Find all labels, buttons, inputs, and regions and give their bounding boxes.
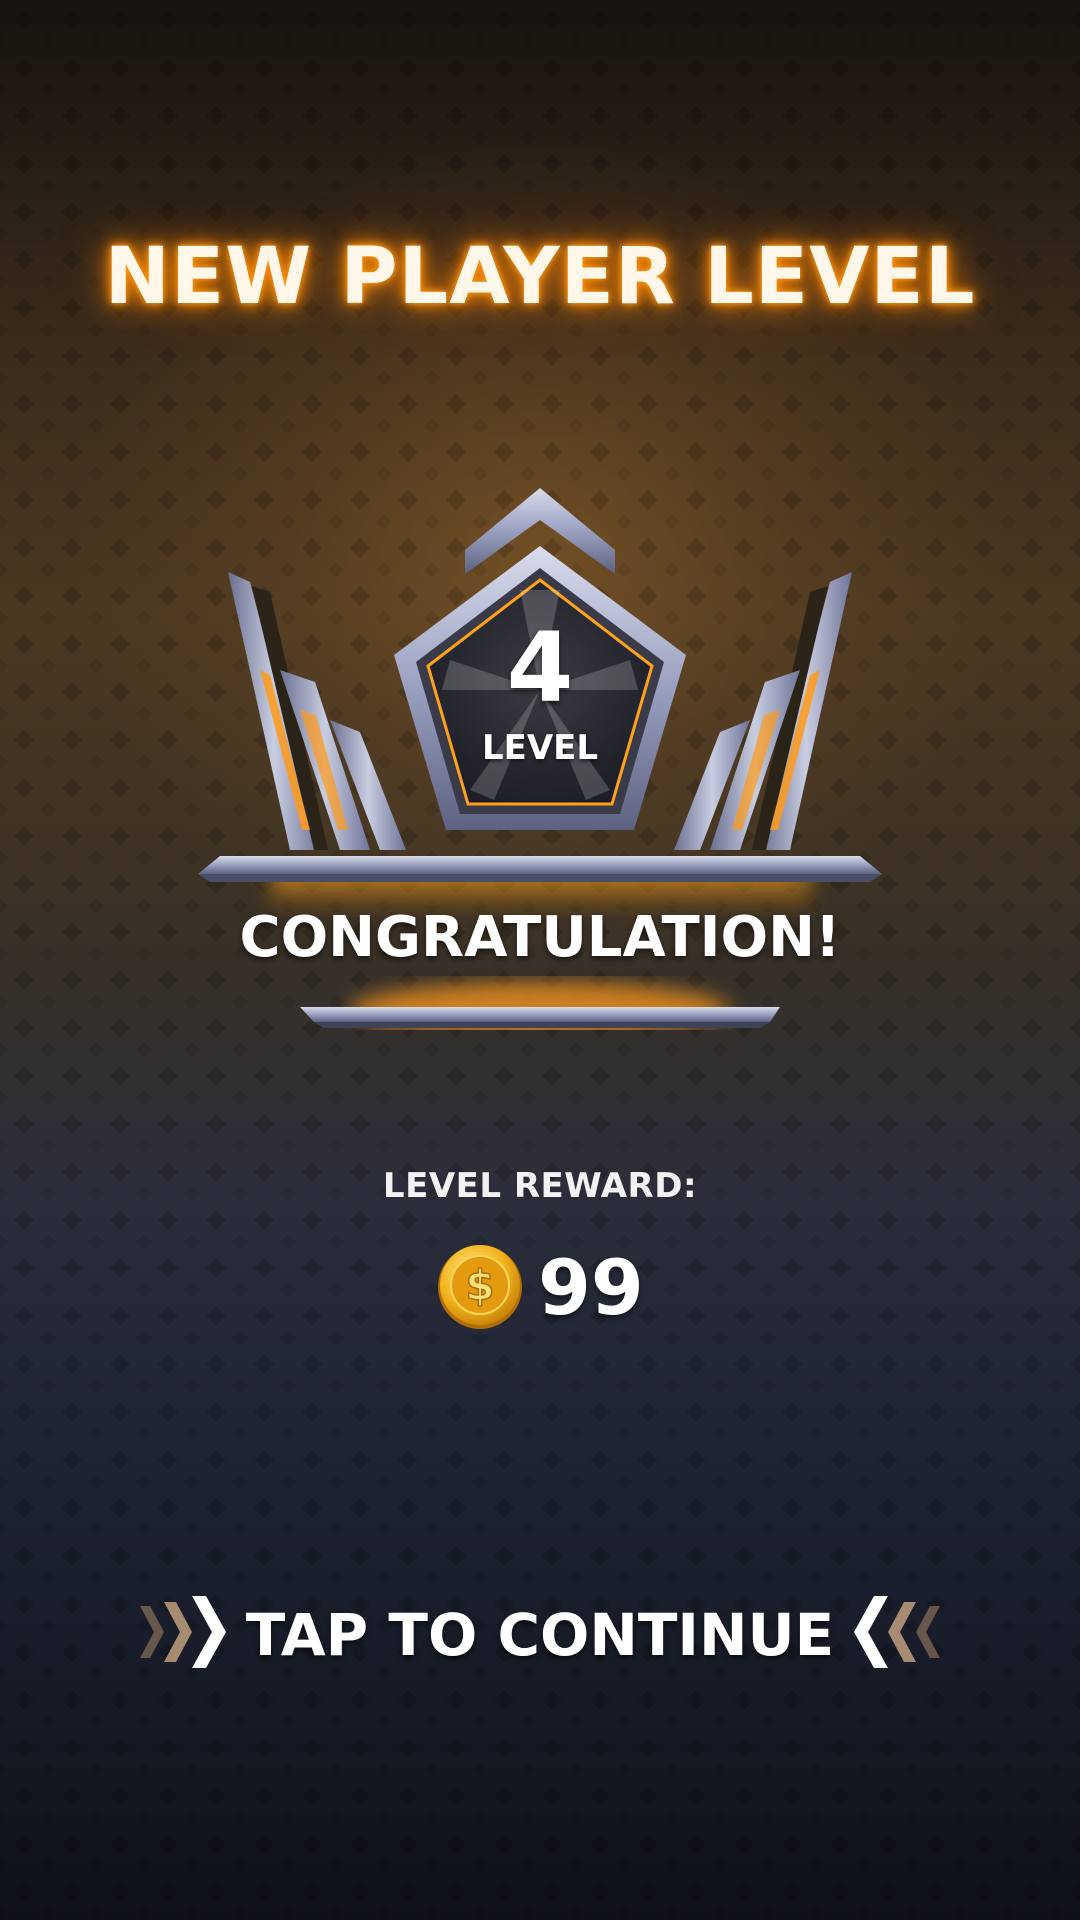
level-number: 4 <box>506 612 574 724</box>
reward-row: $ 99 <box>430 1240 690 1336</box>
level-up-screen[interactable]: NEW PLAYER LEVEL 4 LEVEL CONGRATULATION!… <box>0 0 1080 1920</box>
svg-text:$: $ <box>465 1261 494 1310</box>
level-reward-label: LEVEL REWARD: <box>382 1166 698 1206</box>
congratulation-text: CONGRATULATION! <box>239 905 841 970</box>
gold-coin-icon: $ <box>438 1245 522 1329</box>
page-title: NEW PLAYER LEVEL <box>104 232 976 322</box>
reward-amount: 99 <box>538 1243 644 1332</box>
level-label: LEVEL <box>481 728 599 768</box>
tap-to-continue-label: TAP TO CONTINUE <box>245 1601 835 1669</box>
